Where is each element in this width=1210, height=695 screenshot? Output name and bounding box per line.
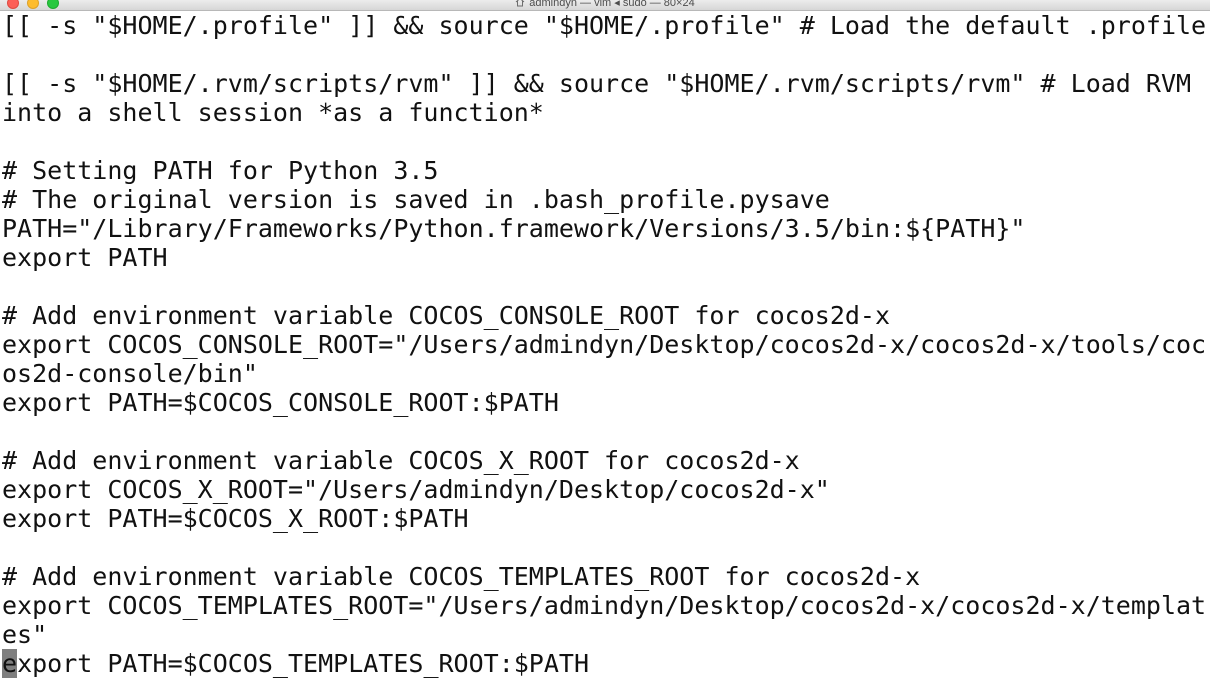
title-bar: admindyn — vim ◂ sudo — 80×24 — [0, 0, 1210, 11]
buffer-line — [0, 533, 1210, 562]
text-cursor: e — [2, 649, 18, 678]
buffer-line: export PATH=$COCOS_CONSOLE_ROOT:$PATH — [2, 388, 559, 417]
vim-editor-buffer[interactable]: [[ -s "$HOME/.profile" ]] && source "$HO… — [0, 11, 1210, 695]
buffer-line: export COCOS_TEMPLATES_ROOT="/Users/admi… — [2, 591, 1207, 620]
terminal-window: admindyn — vim ◂ sudo — 80×24 [[ -s "$HO… — [0, 0, 1210, 695]
buffer-line: into a shell session *as a function* — [2, 98, 544, 127]
window-title-area: admindyn — vim ◂ sudo — 80×24 — [0, 0, 1210, 9]
buffer-line: # Add environment variable COCOS_CONSOLE… — [2, 301, 891, 330]
buffer-line: [[ -s "$HOME/.rvm/scripts/rvm" ]] && sou… — [2, 69, 1192, 98]
buffer-line: # The original version is saved in .bash… — [2, 185, 830, 214]
buffer-line: PATH="/Library/Frameworks/Python.framewo… — [2, 214, 1026, 243]
buffer-line: export PATH=$COCOS_X_ROOT:$PATH — [2, 504, 469, 533]
buffer-line: es" — [2, 620, 48, 649]
buffer-line: [[ -s "$HOME/.profile" ]] && source "$HO… — [2, 11, 1207, 40]
buffer-line: os2d-console/bin" — [2, 359, 258, 388]
buffer-line — [0, 127, 1210, 156]
window-title: admindyn — vim ◂ sudo — 80×24 — [529, 0, 695, 9]
buffer-line — [0, 417, 1210, 446]
buffer-line: export COCOS_CONSOLE_ROOT="/Users/admind… — [2, 330, 1207, 359]
buffer-line: # Add environment variable COCOS_TEMPLAT… — [2, 562, 921, 591]
buffer-line — [0, 272, 1210, 301]
cursor-line-text: xport PATH=$COCOS_TEMPLATES_ROOT:$PATH — [17, 649, 590, 678]
buffer-line: export COCOS_X_ROOT="/Users/admindyn/Des… — [2, 475, 830, 504]
buffer-line: # Setting PATH for Python 3.5 — [2, 156, 439, 185]
buffer-line: export PATH — [2, 243, 168, 272]
buffer-line-with-cursor: export PATH=$COCOS_TEMPLATES_ROOT:$PATH — [0, 649, 1210, 678]
buffer-line: # Add environment variable COCOS_X_ROOT … — [2, 446, 800, 475]
home-folder-icon — [515, 0, 525, 7]
buffer-line — [0, 40, 1210, 69]
